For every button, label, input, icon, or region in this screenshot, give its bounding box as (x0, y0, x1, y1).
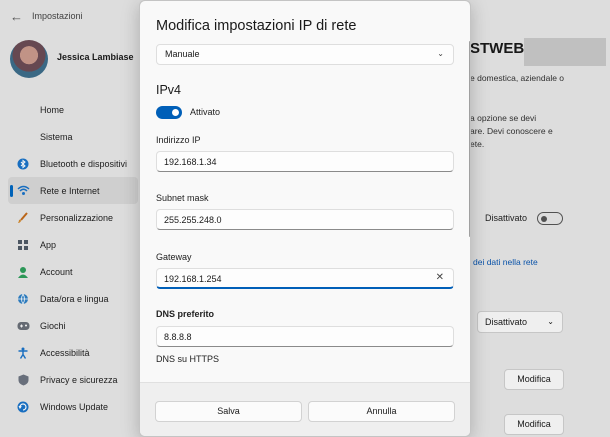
ipv4-heading: IPv4 (156, 83, 182, 97)
ip-address-label: Indirizzo IP (156, 135, 201, 145)
save-button[interactable]: Salva (155, 401, 302, 422)
dialog-footer: Salva Annulla (140, 382, 470, 436)
dns-preferred-value: 8.8.8.8 (164, 332, 192, 342)
subnet-mask-value: 255.255.248.0 (164, 215, 222, 225)
dns-preferred-field[interactable]: 8.8.8.8 (156, 326, 454, 347)
chevron-down-icon: ⌄ (437, 49, 444, 58)
dialog-scrollbar[interactable] (469, 41, 470, 237)
ip-address-value: 192.168.1.34 (164, 157, 217, 167)
gateway-field[interactable]: 192.168.1.254 ✕ (156, 268, 454, 289)
dns-https-label: DNS su HTTPS (156, 354, 220, 364)
dialog-title: Modifica impostazioni IP di rete (156, 18, 357, 34)
ip-mode-select[interactable]: Manuale ⌄ (156, 44, 454, 65)
ip-address-field[interactable]: 192.168.1.34 (156, 151, 454, 172)
cancel-button[interactable]: Annulla (308, 401, 455, 422)
gateway-label: Gateway (156, 252, 192, 262)
ipv4-toggle-label: Attivato (190, 107, 221, 117)
dns-preferred-label: DNS preferito (156, 309, 215, 319)
gateway-value: 192.168.1.254 (164, 274, 222, 284)
subnet-mask-label: Subnet mask (156, 193, 209, 203)
ip-mode-value: Manuale (165, 49, 200, 59)
ipv4-toggle[interactable] (156, 106, 182, 119)
ip-settings-dialog: Modifica impostazioni IP di rete Manuale… (139, 0, 471, 437)
subnet-mask-field[interactable]: 255.255.248.0 (156, 209, 454, 230)
clear-icon[interactable]: ✕ (436, 272, 444, 283)
